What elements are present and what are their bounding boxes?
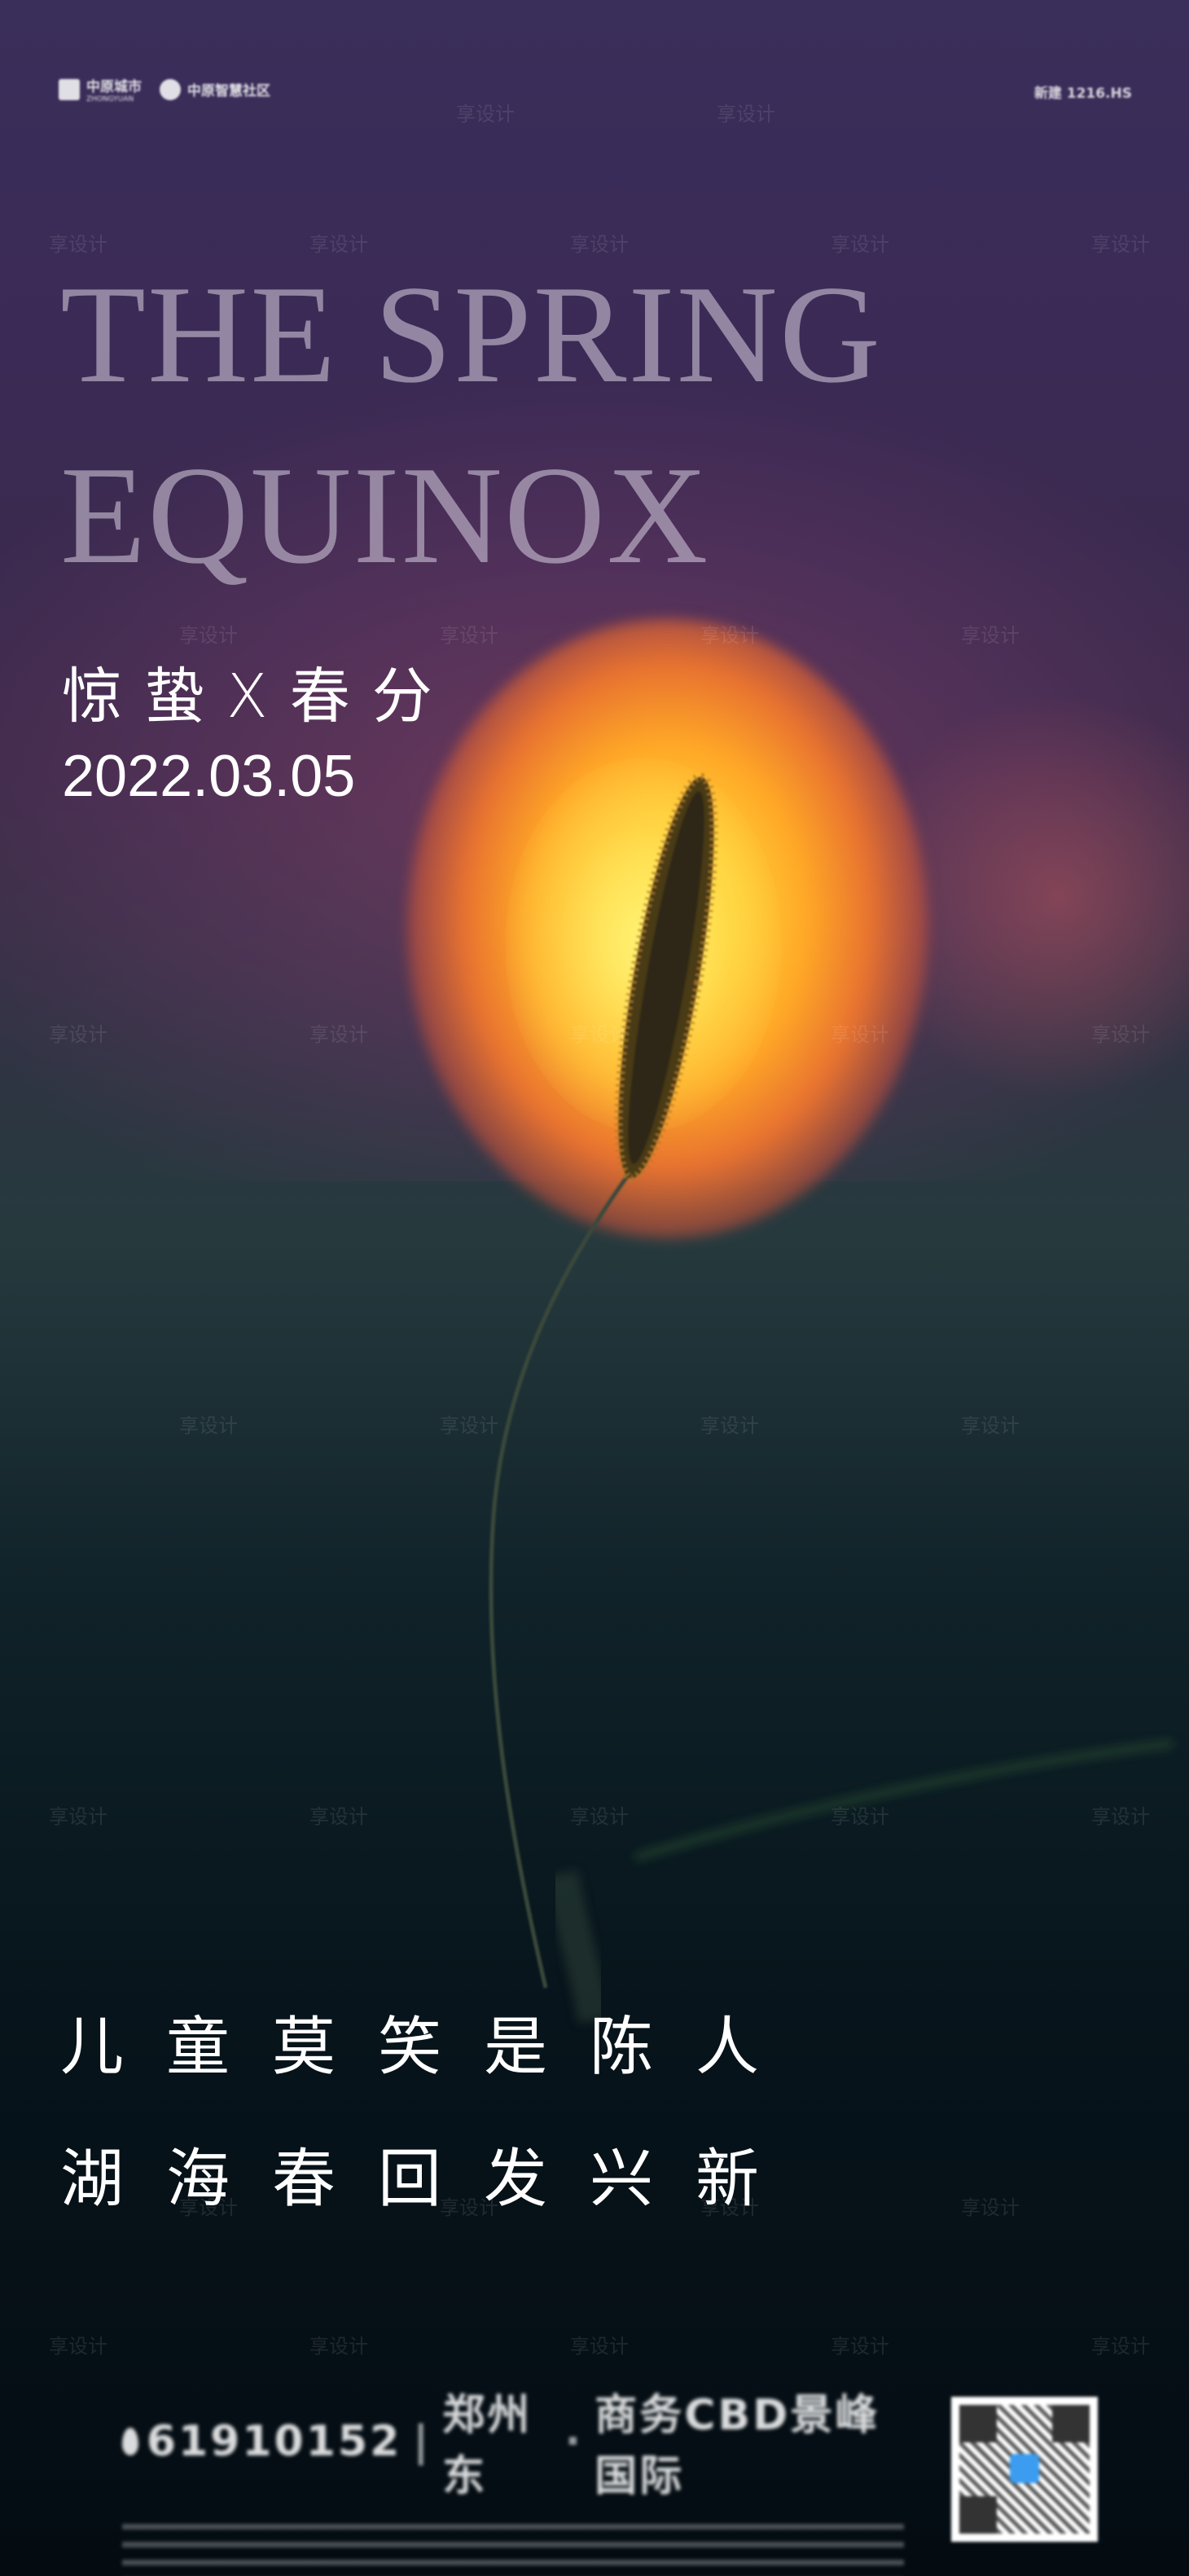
dot-separator: · xyxy=(564,2417,584,2466)
solar-term-subtitle: 惊蛰X春分 xyxy=(62,662,454,732)
brand-mark-icon xyxy=(59,78,80,100)
brand-logo-primary: 中原城市 ZHONGYUAN xyxy=(59,75,142,103)
footer-info: 61910152 | 郑州东 · 商务CBD景峰国际 xyxy=(122,2380,904,2576)
separator: | xyxy=(413,2417,432,2466)
brand-logo-secondary: 中原智慧社区 xyxy=(160,78,270,100)
title-line-2: EQUINOX xyxy=(60,438,710,593)
brand-logos: 中原城市 ZHONGYUAN 中原智慧社区 xyxy=(59,75,270,103)
location-pin-icon xyxy=(122,2428,138,2455)
poster-date: 2022.03.05 xyxy=(62,744,356,809)
page-title: THE SPRING EQUINOX xyxy=(60,244,882,606)
location-name: 郑州东 xyxy=(442,2391,533,2501)
project-name: 商务CBD景峰国际 xyxy=(594,2391,880,2501)
qr-code xyxy=(951,2397,1098,2542)
brand-secondary-name: 中原智慧社区 xyxy=(187,83,270,99)
brand-text-group: 中原城市 ZHONGYUAN xyxy=(86,75,142,103)
presale-number: 新建 1216.HS xyxy=(1033,86,1132,102)
phone-number: 61910152 xyxy=(146,2417,402,2466)
title-line-1: THE SPRING xyxy=(60,257,883,412)
poem-line-2: 湖海春回发兴新 xyxy=(60,2143,802,2216)
footer-contact-line: 61910152 | 郑州东 · 商务CBD景峰国际 xyxy=(122,2380,904,2503)
community-logo-icon xyxy=(160,78,181,100)
brand-subname: ZHONGYUAN xyxy=(86,95,134,103)
qr-center-logo-icon xyxy=(1010,2454,1039,2483)
poster: 享设计 享设计 享设计 享设计 享设计 享设计 享设计 享设计 享设计 享设计 … xyxy=(0,0,1189,2576)
poem-line-1: 儿童莫笑是陈人 xyxy=(60,2011,802,2084)
brand-name: 中原城市 xyxy=(86,79,142,95)
footer-fine-print xyxy=(122,2524,904,2576)
